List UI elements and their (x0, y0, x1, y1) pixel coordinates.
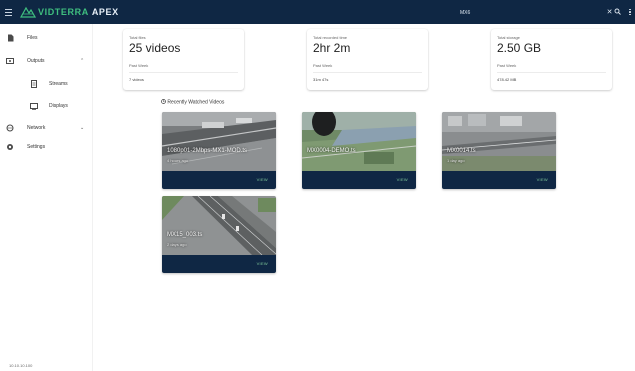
sidebar-item-network[interactable]: Network ⌄ (0, 121, 93, 135)
brand-logo: VIDTERRA APEX (20, 6, 119, 18)
search-input[interactable] (456, 6, 605, 19)
file-icon (6, 34, 14, 42)
network-icon (6, 124, 14, 132)
view-button[interactable]: VIEW (257, 177, 268, 182)
close-icon[interactable]: ✕ (606, 8, 613, 18)
video-footer: VIEW (162, 255, 276, 273)
recent-videos-title: Recently Watched Videos (167, 99, 225, 106)
sidebar-item-label: Files (27, 35, 38, 41)
view-button[interactable]: VIEW (257, 261, 268, 266)
sidebar-item-label: Settings (27, 144, 46, 150)
video-title: MX0014.ts (447, 148, 476, 154)
view-button[interactable]: VIEW (537, 177, 548, 182)
video-card[interactable]: MX0004-DEMO.ts VIEW (302, 112, 416, 189)
video-footer: VIEW (302, 171, 416, 189)
sidebar-item-label: Outputs (27, 58, 45, 64)
stat-card-files: Total files 25 videos Past Week 7 videos (123, 29, 244, 90)
stat-value: 2hr 2m (313, 41, 351, 55)
video-title: MX15_003.ts (167, 232, 203, 238)
brand-suffix: APEX (91, 7, 119, 17)
video-time: 4 hours ago (167, 158, 189, 163)
sidebar-item-displays[interactable]: Displays (0, 99, 93, 113)
history-icon (161, 99, 166, 104)
sidebar-item-outputs[interactable]: Outputs ⌃ (0, 54, 93, 68)
sidebar-item-settings[interactable]: Settings (0, 140, 93, 154)
sidebar-item-files[interactable]: Files (0, 31, 93, 45)
brand-mark-icon (20, 6, 36, 18)
chevron-down-icon[interactable]: ⌄ (80, 125, 84, 131)
video-footer: VIEW (162, 171, 276, 189)
search-bar: ✕ (456, 6, 621, 19)
video-card[interactable]: MX15_003.ts 2 days ago VIEW (162, 196, 276, 273)
menu-icon[interactable] (5, 0, 19, 24)
device-ip: 10.10.10.100 (9, 363, 33, 368)
stat-period: Past Week (129, 63, 149, 68)
stat-period: Past Week (313, 63, 333, 68)
stat-delta: 7 videos (129, 77, 144, 82)
stat-card-storage: Total storage 2.50 GB Past Week 478.42 M… (491, 29, 612, 90)
card-divider (129, 72, 238, 73)
stream-icon (30, 80, 38, 88)
video-title: 1080p01-2Mbps-MX1-MOD.ts (167, 148, 248, 154)
stat-period: Past Week (497, 63, 517, 68)
recent-videos-heading: Recently Watched Videos (161, 99, 224, 106)
video-title: MX0004-DEMO.ts (307, 148, 356, 154)
display-icon (30, 102, 38, 110)
video-time: 1 day ago (447, 158, 465, 163)
card-divider (313, 72, 422, 73)
stat-card-time: Total recorded time 2hr 2m Past Week 31m… (307, 29, 428, 90)
stat-delta: 478.42 MB (497, 77, 517, 82)
video-card[interactable]: MX0014.ts 1 day ago VIEW (442, 112, 556, 189)
stat-value: 2.50 GB (497, 41, 542, 55)
video-footer: VIEW (442, 171, 556, 189)
stat-delta: 31m 47s (313, 77, 329, 82)
chevron-up-icon[interactable]: ⌃ (80, 58, 84, 64)
stat-label: Total files (129, 35, 146, 40)
sidebar-item-label: Streams (49, 81, 68, 87)
sidebar-item-label: Displays (49, 103, 68, 109)
stat-label: Total recorded time (313, 35, 348, 40)
brand-name: VIDTERRA APEX (38, 7, 119, 17)
search-icon[interactable] (614, 8, 621, 18)
stat-value: 25 videos (129, 41, 181, 55)
sidebar-item-label: Network (27, 125, 46, 131)
video-time: 2 days ago (167, 242, 187, 247)
video-card[interactable]: 1080p01-2Mbps-MX1-MOD.ts 4 hours ago VIE… (162, 112, 276, 189)
more-vert-icon[interactable] (627, 7, 633, 17)
gear-icon (6, 143, 14, 151)
sidebar: Files Outputs ⌃ Streams Displays Network… (0, 24, 93, 371)
outputs-icon (6, 57, 14, 65)
top-app-bar: VIDTERRAAPEX ✕ (0, 0, 635, 24)
stat-label: Total storage (497, 35, 520, 40)
video-thumbnail (302, 112, 416, 171)
view-button[interactable]: VIEW (397, 177, 408, 182)
card-divider (497, 72, 606, 73)
sidebar-item-streams[interactable]: Streams (0, 77, 93, 91)
